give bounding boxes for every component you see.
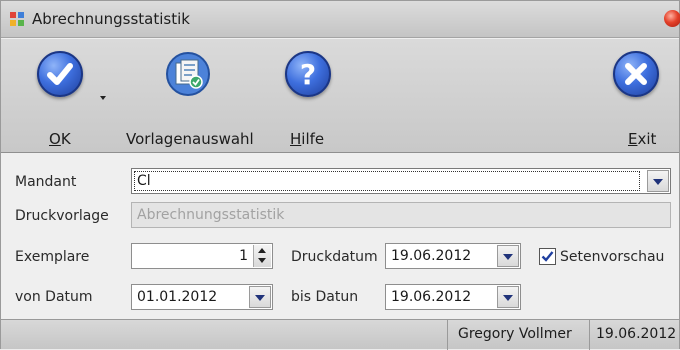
bis-datum-field[interactable]: 19.06.2012 bbox=[385, 284, 521, 310]
druckdatum-value: 19.06.2012 bbox=[391, 248, 472, 264]
window: Abrechnungsstatistik OK Vorlagenauswahl … bbox=[0, 0, 680, 350]
help-label: ilfe bbox=[301, 130, 325, 148]
template-select-button[interactable]: Vorlagenauswahl bbox=[121, 39, 271, 153]
bis-datum-dropdown-button[interactable] bbox=[497, 286, 519, 308]
druckvorlage-field: Abrechnungsstatistik bbox=[131, 202, 671, 228]
chevron-down-icon[interactable] bbox=[100, 96, 106, 100]
question-icon: ? bbox=[285, 51, 331, 97]
help-label-mnemonic: H bbox=[290, 130, 302, 148]
svg-text:?: ? bbox=[300, 58, 316, 91]
von-datum-value: 01.01.2012 bbox=[137, 289, 218, 305]
bis-datum-label: bis Datun bbox=[291, 289, 359, 305]
exemplare-label: Exemplare bbox=[15, 249, 90, 265]
druckdatum-field[interactable]: 19.06.2012 bbox=[385, 243, 521, 269]
ok-label-mnemonic: O bbox=[49, 130, 61, 148]
ok-button[interactable]: OK bbox=[1, 39, 119, 153]
seitenvorschau-checkbox[interactable] bbox=[539, 248, 556, 265]
bis-datum-value: 19.06.2012 bbox=[391, 289, 472, 305]
checkmark-icon bbox=[541, 251, 554, 262]
druckvorlage-value: Abrechnungsstatistik bbox=[137, 207, 285, 223]
druckdatum-label: Druckdatum bbox=[291, 249, 378, 265]
exemplare-value: 1 bbox=[239, 248, 248, 264]
status-user: Gregory Vollmer bbox=[447, 320, 589, 350]
chevron-down-icon bbox=[503, 254, 513, 260]
chevron-down-icon bbox=[653, 179, 663, 185]
exit-button[interactable]: Exit bbox=[601, 39, 679, 153]
chevron-down-icon bbox=[255, 295, 265, 301]
exit-x-icon bbox=[613, 51, 659, 97]
help-button[interactable]: ? Hilfe bbox=[273, 39, 343, 153]
window-title: Abrechnungsstatistik bbox=[32, 10, 190, 28]
chevron-up-icon[interactable] bbox=[258, 248, 266, 253]
von-datum-label: von Datum bbox=[15, 289, 93, 305]
von-datum-dropdown-button[interactable] bbox=[249, 286, 271, 308]
checkmark-icon bbox=[37, 51, 83, 97]
exit-label: xit bbox=[637, 130, 657, 148]
exemplare-stepper[interactable]: 1 bbox=[131, 243, 273, 269]
stepper-buttons[interactable] bbox=[253, 245, 271, 267]
template-select-icon bbox=[165, 51, 211, 97]
mandant-dropdown-button[interactable] bbox=[647, 170, 669, 192]
mandant-select[interactable]: Cl bbox=[131, 168, 671, 194]
druckvorlage-label: Druckvorlage bbox=[15, 208, 109, 224]
toolbar: OK Vorlagenauswahl ? Hilfe Exit bbox=[1, 39, 679, 153]
ok-label: K bbox=[60, 130, 71, 148]
chevron-down-icon bbox=[503, 295, 513, 301]
druckdatum-dropdown-button[interactable] bbox=[497, 245, 519, 267]
von-datum-field[interactable]: 01.01.2012 bbox=[131, 284, 273, 310]
app-grid-icon bbox=[10, 12, 25, 27]
title-bar: Abrechnungsstatistik bbox=[1, 1, 680, 38]
status-date: 19.06.2012 bbox=[589, 320, 679, 350]
close-dot-icon[interactable] bbox=[664, 10, 680, 27]
focus-ring bbox=[134, 171, 640, 191]
chevron-down-icon[interactable] bbox=[258, 258, 266, 263]
status-bar: Gregory Vollmer 19.06.2012 bbox=[1, 319, 679, 350]
seitenvorschau-label: Setenvorschau bbox=[560, 249, 665, 265]
mandant-label: Mandant bbox=[15, 174, 77, 190]
template-select-label: Vorlagenauswahl bbox=[126, 130, 254, 148]
